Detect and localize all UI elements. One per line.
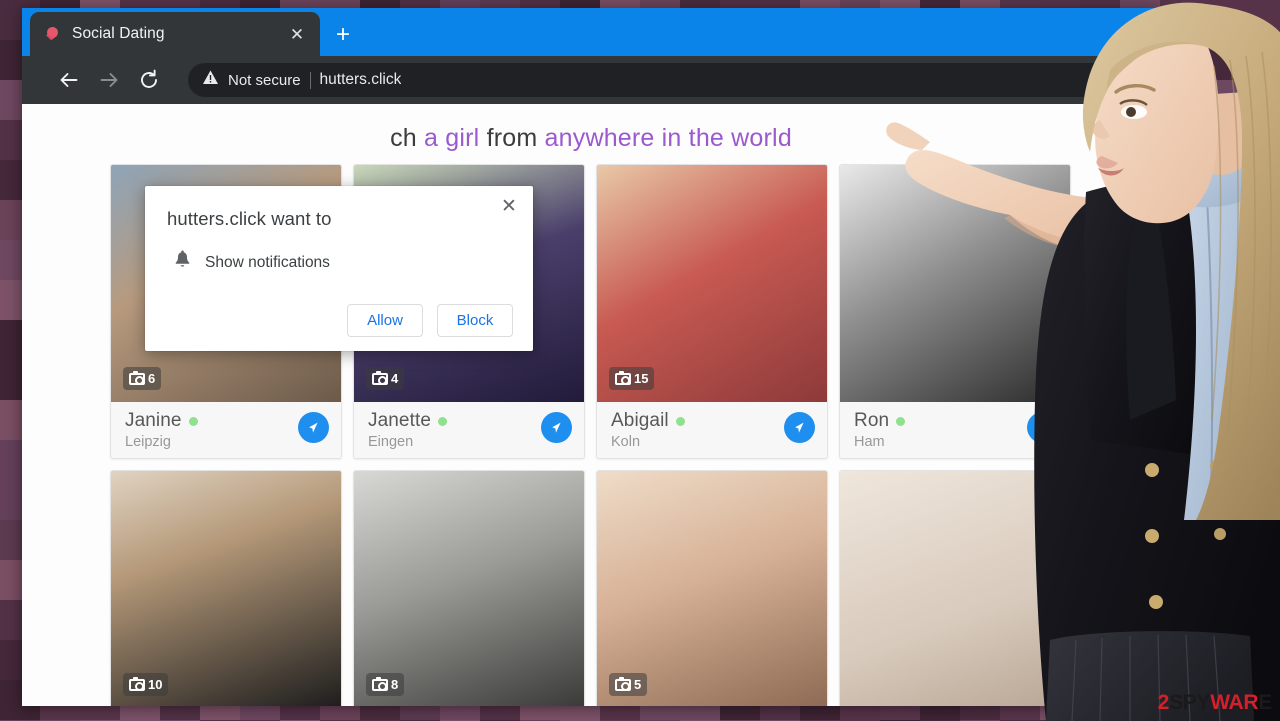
headline-segment: anywhere in the world [544,124,792,152]
profile-city: Eingen [368,434,414,450]
headline-segment: ch [390,124,425,152]
photo-count-badge: 5 [609,673,648,696]
watermark-part-2: SPY [1169,691,1211,714]
not-secure-warning-icon [202,69,219,91]
window-close-button[interactable]: ✕ [1126,12,1152,38]
address-bar[interactable]: Not secure hutters.click [188,63,1116,97]
online-status-dot [896,416,906,426]
site-watermark: 2 SPY WAR E [1157,691,1273,715]
photo-count-label: 10 [148,677,163,692]
reload-icon[interactable] [132,63,166,97]
page-viewport: ch a girl from anywhere in the world 6 Ja… [22,104,1160,706]
new-tab-button[interactable]: + [330,22,356,48]
browser-tab-social-dating[interactable]: Social Dating ✕ [30,12,320,56]
profile-card[interactable] [839,470,1071,706]
photo-count-badge: 6 [123,367,162,390]
profile-photo [840,165,1070,402]
profile-photo-image [840,165,1070,402]
profile-name: Janine [125,410,182,431]
browser-toolbar: Not secure hutters.click [22,56,1160,104]
profile-card[interactable]: 5AveryBerlin [596,470,828,706]
screenshot-stage: Social Dating ✕ + ✕ Not secure hutters.c… [0,0,1280,721]
browser-tabstrip: Social Dating ✕ + ✕ [22,8,1160,56]
online-status-dot [675,416,685,426]
watermark-part-1: 2 [1157,691,1170,714]
allow-button[interactable]: Allow [347,304,423,337]
camera-icon [129,676,145,691]
profile-card[interactable]: 8CarmenViersen [353,470,585,706]
photo-count-badge: 4 [366,367,405,390]
page-headline: ch a girl from anywhere in the world [22,124,1160,153]
browser-tab-title: Social Dating [72,25,165,42]
watermark-part-4: E [1258,691,1272,714]
profile-card[interactable]: Ron Ham [839,164,1071,459]
camera-icon [372,676,388,691]
profile-meta: Janine Leipzig [111,402,341,458]
dialog-actions: Allow Block [167,304,513,337]
profile-photo-image [597,471,827,706]
dialog-title: hutters.click want to [167,208,332,229]
camera-icon [615,370,631,385]
profile-photo-image [354,471,584,706]
profile-city: Leipzig [125,434,171,450]
photo-count-badge: 10 [123,673,169,696]
profile-photo: 15 [597,165,827,402]
watermark-part-3: WAR [1210,691,1259,714]
dialog-close-icon[interactable]: ✕ [497,194,521,218]
messenger-icon[interactable] [1027,412,1058,443]
profile-photo: 5 [597,471,827,706]
camera-icon [129,370,145,385]
forward-arrow-icon [92,63,126,97]
profile-meta: Janette Eingen [354,402,584,458]
back-arrow-icon[interactable] [52,63,86,97]
profile-name: Ron [854,410,890,431]
camera-icon [372,370,388,385]
security-status-label: Not secure [228,71,301,89]
dialog-permission-label: Show notifications [205,253,330,271]
profile-photo [840,471,1070,706]
photo-count-badge: 15 [609,367,655,390]
profile-photo: 8 [354,471,584,706]
headline-segment: a girl [424,124,487,152]
profile-name: Abigail [611,410,669,431]
block-button[interactable]: Block [437,304,513,337]
profile-city: Ham [854,434,885,450]
headline-segment: from [486,124,545,152]
browser-window: Social Dating ✕ + ✕ Not secure hutters.c… [22,8,1160,706]
messenger-icon[interactable] [541,412,572,443]
online-status-dot [188,416,198,426]
photo-count-label: 6 [148,371,156,386]
photo-count-badge: 8 [366,673,405,696]
photo-count-label: 15 [634,371,649,386]
profile-photo-image [840,471,1070,706]
star-icon[interactable] [1128,68,1148,93]
omnibox-divider [309,71,311,89]
profile-card[interactable]: 10PaulinaFrankfurt [110,470,342,706]
photo-count-label: 5 [634,677,642,692]
profile-photo: 10 [111,471,341,706]
bell-icon [173,250,192,275]
photo-count-label: 8 [391,677,399,692]
url-text: hutters.click [319,71,402,88]
messenger-icon[interactable] [784,412,815,443]
online-status-dot [438,416,448,426]
profile-meta: Abigail Koln [597,402,827,458]
notification-permission-dialog: ✕ hutters.click want to Show notificatio… [145,186,533,351]
dating-pin-icon [44,25,62,43]
photo-count-label: 4 [391,371,399,386]
camera-icon [615,676,631,691]
profile-city: Koln [611,434,641,450]
dialog-permission-row: Show notifications [167,250,513,275]
close-icon[interactable]: ✕ [284,21,310,47]
profile-meta: Ron Ham [840,402,1070,458]
messenger-icon[interactable] [298,412,329,443]
profile-photo-image [111,471,341,706]
profile-name: Janette [368,410,432,431]
profile-card[interactable]: 15 Abigail Koln [596,164,828,459]
